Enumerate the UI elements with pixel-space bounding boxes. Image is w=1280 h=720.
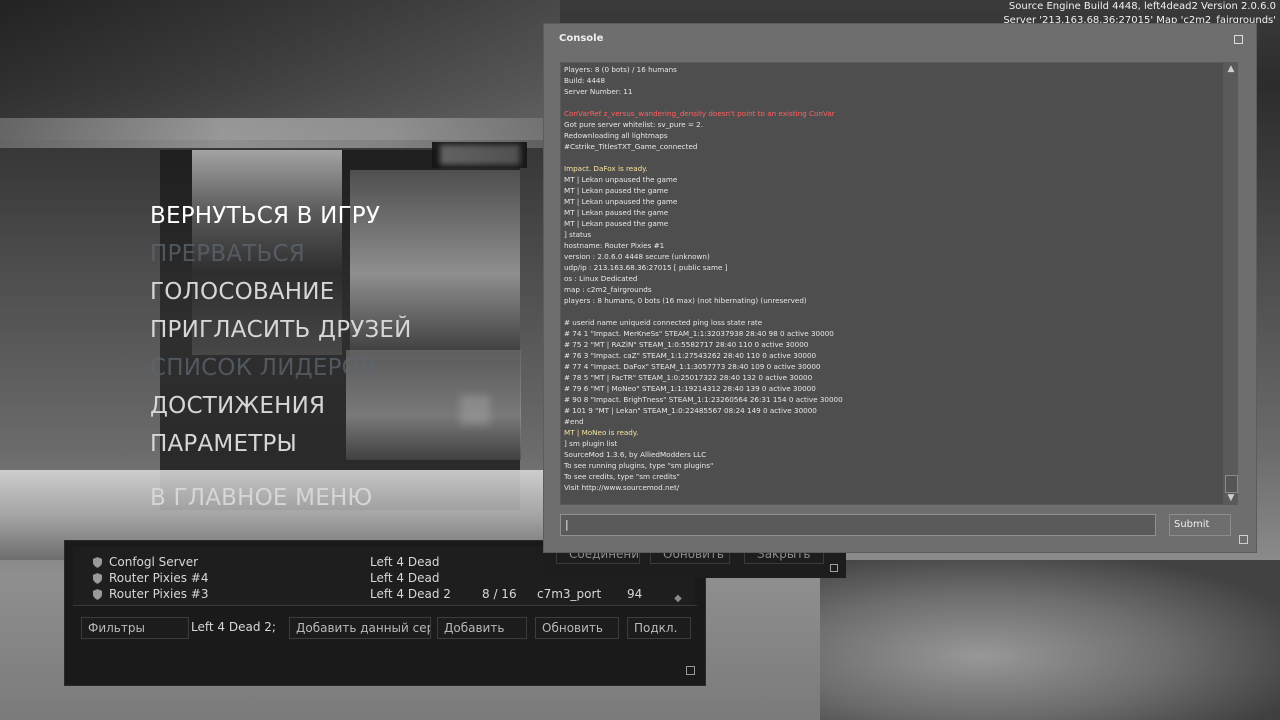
console-line: MT | Lekan paused the game bbox=[564, 186, 669, 195]
server-game: Left 4 Dead 2 bbox=[370, 587, 451, 601]
menu-leaderboards[interactable]: СПИСОК ЛИДЕРОВ bbox=[150, 355, 376, 381]
console-line: MT | Lekan unpaused the game bbox=[564, 197, 678, 206]
menu-main-menu[interactable]: В ГЛАВНОЕ МЕНЮ bbox=[150, 485, 372, 511]
scroll-down-icon[interactable]: ▼ bbox=[1226, 493, 1236, 503]
console-line: MT | Lekan paused the game bbox=[564, 219, 669, 228]
shield-icon bbox=[93, 573, 102, 584]
menu-achievements[interactable]: ДОСТИЖЕНИЯ bbox=[150, 393, 325, 419]
server-game: Left 4 Dead 2 bbox=[370, 571, 440, 585]
console-line: ] status bbox=[564, 230, 592, 239]
add-server-button[interactable]: Добавить bbox=[437, 617, 527, 639]
text-caret-icon: | bbox=[565, 518, 569, 531]
build-line: Source Engine Build 4448, left4dead2 Ver… bbox=[1008, 1, 1276, 12]
console-line: # 78 5 "MT | FacTR" STEAM_1:0:25017322 2… bbox=[564, 373, 813, 382]
server-map: c7m3_port bbox=[537, 587, 602, 601]
server-name: Router Pixies #4 bbox=[109, 571, 209, 585]
background-blur-text bbox=[440, 145, 520, 165]
server-name: Confogl Server bbox=[109, 555, 199, 569]
console-title: Console bbox=[559, 33, 604, 44]
server-name: Router Pixies #3 bbox=[109, 587, 209, 601]
console-line: # 77 4 "Impact. DaFox" STEAM_1:1:3057773… bbox=[564, 362, 821, 371]
console-line: Redownloading all lightmaps bbox=[564, 131, 668, 140]
console-line: hostname: Router Pixies #1 bbox=[564, 241, 665, 250]
console-line: os : Linux Dedicated bbox=[564, 274, 638, 283]
server-players: 8 / 16 bbox=[482, 587, 517, 601]
console-line: version : 2.0.6.0 4448 secure (unknown) bbox=[564, 252, 710, 261]
list-scroll-arrows-icon[interactable]: ◆ bbox=[671, 587, 685, 611]
shield-icon bbox=[93, 589, 102, 600]
console-line: # userid name uniqueid connected ping lo… bbox=[564, 318, 763, 327]
scroll-up-icon[interactable]: ▲ bbox=[1226, 64, 1236, 74]
maximize-icon[interactable] bbox=[1234, 35, 1243, 44]
console-line: MT | MoNeo is ready. bbox=[564, 428, 639, 437]
menu-options[interactable]: ПАРАМЕТРЫ bbox=[150, 431, 297, 457]
console-line: #Cstrike_TitlesTXT_Game_connected bbox=[564, 142, 698, 151]
refresh-button[interactable]: Обновить bbox=[535, 617, 619, 639]
console-scrollbar[interactable]: ▲ ▼ bbox=[1224, 62, 1238, 505]
console-line: SourceMod 1.3.6, by AlliedModders LLC bbox=[564, 450, 707, 459]
game-filter-label: Left 4 Dead 2; bbox=[191, 620, 276, 634]
console-line: # 79 6 "MT | MoNeo" STEAM_1:1:19214312 2… bbox=[564, 384, 816, 393]
menu-invite-friends[interactable]: ПРИГЛАСИТЬ ДРУЗЕЙ bbox=[150, 317, 412, 343]
console-line: Got pure server whitelist: sv_pure = 2. bbox=[564, 120, 704, 129]
console-output[interactable]: Players: 8 (0 bots) / 16 humans Build: 44… bbox=[560, 62, 1224, 505]
console-line: # 75 2 "MT | RAZiN" STEAM_1:0:5582717 28… bbox=[564, 340, 809, 349]
console-line: Players: 8 (0 bots) / 16 humans bbox=[564, 65, 677, 74]
console-line: MT | Lekan unpaused the game bbox=[564, 175, 678, 184]
console-line: Visit http://www.sourcemod.net/ bbox=[564, 483, 680, 492]
server-game: Left 4 Dead 2 bbox=[370, 555, 440, 569]
console-line: To see credits, type "sm credits" bbox=[564, 472, 680, 481]
scroll-thumb[interactable] bbox=[1225, 475, 1238, 493]
console-line: # 74 1 "Impact. MerKneSs" STEAM_1:1:3203… bbox=[564, 329, 834, 338]
console-line: Build: 4448 bbox=[564, 76, 606, 85]
console-line: To see running plugins, type "sm plugins… bbox=[564, 461, 714, 470]
console-line: Impact. DaFox is ready. bbox=[564, 164, 648, 173]
background-blur-text bbox=[460, 395, 490, 425]
menu-vote[interactable]: ГОЛОСОВАНИЕ bbox=[150, 279, 334, 305]
shield-icon bbox=[93, 557, 102, 568]
console-line: ConVarRef z_versus_wandering_density doe… bbox=[564, 109, 835, 118]
console-line: map : c2m2_fairgrounds bbox=[564, 285, 652, 294]
console-input[interactable]: | bbox=[560, 514, 1156, 536]
add-current-server-button[interactable]: Добавить данный сер... bbox=[289, 617, 431, 639]
console-line: # 76 3 "Impact. caZ" STEAM_1:1:27543262 … bbox=[564, 351, 817, 360]
resize-grip-icon[interactable] bbox=[830, 564, 838, 572]
menu-disconnect[interactable]: ПРЕРВАТЬСЯ bbox=[150, 241, 305, 267]
divider bbox=[73, 605, 697, 606]
submit-button[interactable]: Submit bbox=[1169, 514, 1231, 536]
menu-resume-game[interactable]: ВЕРНУТЬСЯ В ИГРУ bbox=[150, 203, 380, 229]
console-line: players : 8 humans, 0 bots (16 max) (not… bbox=[564, 296, 807, 305]
console-window: Console Players: 8 (0 bots) / 16 humans B… bbox=[544, 24, 1256, 552]
background-figure bbox=[820, 560, 1280, 720]
filters-button[interactable]: Фильтры bbox=[81, 617, 189, 639]
console-line: # 101 9 "MT | Lekan" STEAM_1:0:22485567 … bbox=[564, 406, 817, 415]
connect-button[interactable]: Подкл. bbox=[627, 617, 691, 639]
console-line: ] sm plugin list bbox=[564, 439, 618, 448]
console-line: Server Number: 11 bbox=[564, 87, 633, 96]
resize-grip-icon[interactable] bbox=[686, 666, 695, 675]
resize-grip-icon[interactable] bbox=[1239, 535, 1248, 544]
console-line: #end bbox=[564, 417, 584, 426]
console-line: udp/ip : 213.163.68.36:27015 [ public sa… bbox=[564, 263, 728, 272]
server-ping: 94 bbox=[627, 587, 643, 601]
console-line: # 90 8 "Impact. BrighTness" STEAM_1:1:23… bbox=[564, 395, 843, 404]
console-line: MT | Lekan paused the game bbox=[564, 208, 669, 217]
